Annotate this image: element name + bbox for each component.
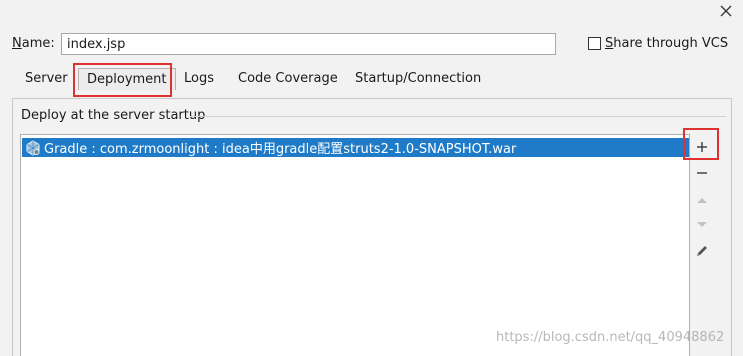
name-label-accel: N — [12, 36, 22, 51]
close-button[interactable] — [717, 2, 735, 20]
add-button[interactable] — [692, 137, 712, 157]
edit-button[interactable] — [692, 241, 712, 261]
move-down-icon — [697, 222, 707, 227]
tab-logs[interactable]: Logs — [184, 68, 214, 90]
tab-deployment[interactable]: Deployment — [78, 68, 176, 90]
name-label: Name: — [12, 36, 55, 52]
tab-code-coverage[interactable]: Code Coverage — [238, 68, 338, 90]
tab-bar: Server Deployment Logs Code Coverage Sta… — [12, 62, 732, 96]
section-title: Deploy at the server startup — [21, 108, 206, 123]
move-up-icon — [697, 198, 707, 203]
share-vcs-checkbox[interactable]: Share through VCS — [588, 36, 728, 51]
tab-startup-connection[interactable]: Startup/Connection — [355, 68, 481, 90]
minus-icon — [697, 172, 707, 174]
tab-server[interactable]: Server — [25, 68, 68, 90]
share-checkbox-box[interactable] — [588, 37, 601, 50]
move-up-button[interactable] — [692, 190, 712, 210]
gradle-artifact-icon — [26, 139, 40, 156]
watermark: https://blog.csdn.net/qq_40948862 — [496, 330, 725, 345]
share-label: Share through VCS — [605, 36, 728, 51]
name-label-rest: ame: — [21, 36, 55, 51]
close-icon — [720, 5, 732, 17]
share-label-rest: hare through VCS — [613, 36, 729, 51]
deploy-list[interactable]: Gradle : com.zrmoonlight : idea中用gradle配… — [20, 134, 690, 356]
plus-icon — [697, 142, 707, 152]
pencil-icon — [697, 246, 707, 256]
remove-button[interactable] — [692, 163, 712, 183]
move-down-button[interactable] — [692, 215, 712, 235]
list-item-label: Gradle : com.zrmoonlight : idea中用gradle配… — [44, 142, 517, 157]
name-input[interactable] — [61, 33, 556, 55]
section-divider — [190, 116, 726, 117]
list-item[interactable]: Gradle : com.zrmoonlight : idea中用gradle配… — [22, 138, 689, 157]
